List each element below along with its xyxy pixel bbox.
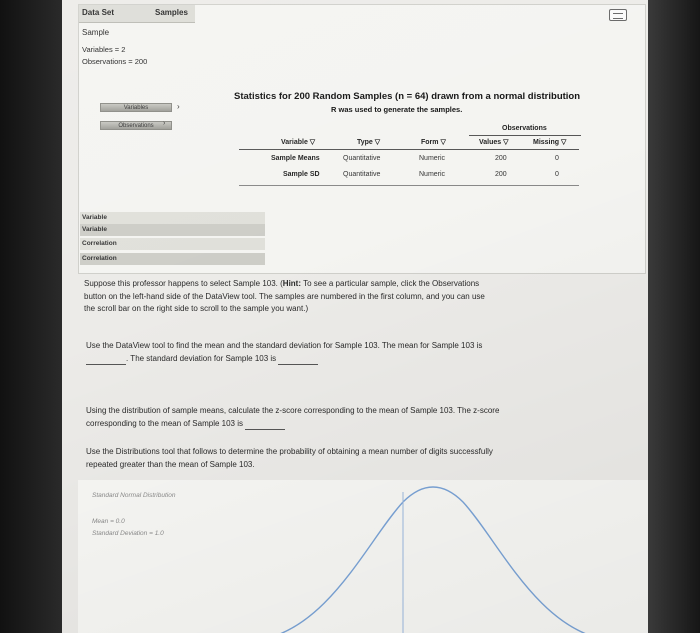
column-variable[interactable]: Variable ▽	[281, 138, 315, 146]
variables-button[interactable]: Variables	[100, 103, 172, 112]
observations-button[interactable]: Observations	[100, 121, 172, 130]
dataview-panel: Data Set Samples Sample Variables = 2 Ob…	[78, 4, 646, 274]
intro-text: button on the left-hand side of the Data…	[84, 291, 485, 301]
question-mean-sd: Use the DataView tool to find the mean a…	[86, 340, 638, 365]
question-text: repeated greater than the mean of Sample…	[86, 459, 255, 469]
list-item[interactable]: Correlation	[80, 238, 265, 250]
row-form: Numeric	[419, 155, 446, 162]
list-item[interactable]: Variable	[80, 224, 265, 236]
sd-answer-input[interactable]	[278, 357, 319, 365]
mean-answer-input[interactable]	[86, 357, 126, 365]
column-values[interactable]: Values ▽	[479, 138, 509, 146]
row-type: Quantitative	[343, 155, 381, 162]
list-item[interactable]: Correlation	[80, 253, 265, 265]
intro-text: To see a particular sample, click the Ob…	[301, 279, 480, 288]
background-left	[0, 0, 62, 633]
distributions-tool: Standard Normal Distribution Mean = 0.0 …	[78, 480, 648, 633]
zscore-answer-input[interactable]	[245, 422, 286, 430]
observations-header: Observations	[502, 125, 547, 132]
stats-subtitle: R was used to generate the samples.	[331, 105, 463, 114]
dataset-variables-count: Variables = 2	[82, 45, 126, 54]
stats-title: Statistics for 200 Random Samples (n = 6…	[234, 91, 581, 102]
normal-curve	[280, 486, 586, 633]
row-missing: 0	[555, 155, 559, 162]
question-zscore: Using the distribution of sample means, …	[86, 405, 638, 430]
hint-label: Hint:	[282, 279, 302, 288]
table-divider	[239, 149, 579, 150]
table-divider	[239, 185, 579, 186]
row-values: 200	[495, 155, 507, 162]
row-type: Quantitative	[343, 171, 381, 178]
chevron-right-icon: ›	[177, 102, 180, 111]
question-probability: Use the Distributions tool that follows …	[86, 446, 638, 471]
row-variable[interactable]: Sample Means	[271, 155, 320, 162]
dataview-tabstrip: Data Set Samples	[79, 5, 195, 23]
row-variable[interactable]: Sample SD	[283, 171, 320, 178]
column-type[interactable]: Type ▽	[357, 138, 380, 146]
dataset-observations-count: Observations = 200	[82, 57, 148, 66]
row-missing: 0	[555, 171, 559, 178]
intro-text: Suppose this professor happens to select…	[84, 279, 283, 288]
question-intro: Suppose this professor happens to select…	[84, 278, 636, 316]
print-icon[interactable]	[609, 9, 627, 21]
chevron-right-icon: ›	[163, 120, 166, 127]
dataset-name[interactable]: Sample	[82, 28, 109, 37]
column-missing[interactable]: Missing ▽	[533, 138, 566, 146]
row-values: 200	[495, 171, 507, 178]
question-text: Use the DataView tool to find the mean a…	[86, 341, 483, 350]
question-text: corresponding to the mean of Sample 103 …	[86, 418, 243, 428]
column-form[interactable]: Form ▽	[421, 138, 446, 146]
question-text: Using the distribution of sample means, …	[86, 406, 500, 415]
tab-data-set[interactable]: Data Set	[82, 8, 114, 17]
table-divider	[469, 135, 581, 136]
row-form: Numeric	[419, 171, 446, 178]
normal-curve-plot[interactable]	[78, 480, 648, 633]
intro-text: the scroll bar on the right side to scro…	[84, 304, 309, 313]
question-text: . The standard deviation for Sample 103 …	[126, 353, 277, 363]
tab-samples[interactable]: Samples	[155, 8, 188, 17]
background-right	[648, 0, 700, 633]
question-text: Use the Distributions tool that follows …	[86, 447, 493, 456]
list-item[interactable]: Variable	[80, 212, 265, 224]
screen: Data Set Samples Sample Variables = 2 Ob…	[62, 0, 648, 633]
